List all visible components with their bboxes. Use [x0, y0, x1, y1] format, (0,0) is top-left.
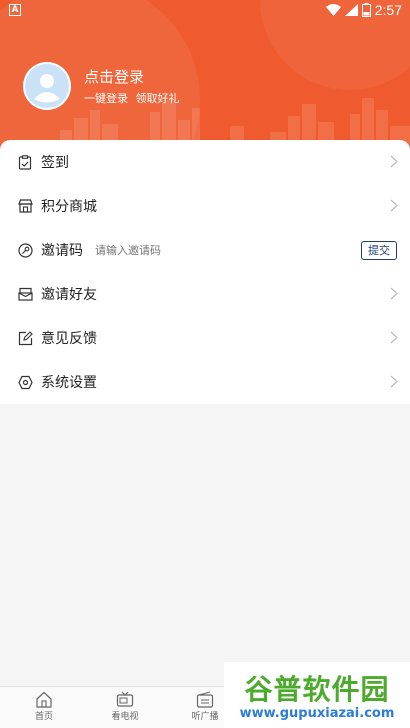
menu-item-settings[interactable]: 系统设置	[0, 360, 410, 404]
menu-label: 邀请码	[41, 243, 83, 259]
menu-item-checkin[interactable]: 签到	[0, 140, 410, 184]
wifi-icon	[325, 4, 341, 16]
menu-item-invite-code: 邀请码 提交	[0, 228, 410, 272]
radio-icon	[196, 691, 214, 708]
nav-tv[interactable]: 看电视	[100, 691, 150, 722]
watermark-title: 谷普软件园	[244, 673, 390, 706]
mail-icon	[17, 286, 33, 302]
nav-label: 首页	[34, 712, 53, 722]
clock: 2:57	[374, 2, 402, 18]
nav-home[interactable]: 首页	[19, 691, 69, 722]
watermark-logo: 谷普软件园 www.gupuxiazai.com	[224, 662, 410, 728]
home-icon	[36, 691, 52, 708]
store-icon	[17, 198, 33, 214]
battery-icon	[361, 3, 371, 17]
nav-label: 看电视	[111, 712, 139, 722]
login-subtitle: 一键登录 领取好礼	[84, 92, 180, 105]
chevron-right-icon	[390, 199, 398, 212]
menu-label: 邀请好友	[41, 287, 97, 303]
tv-icon	[116, 691, 134, 707]
chevron-right-icon	[390, 331, 398, 344]
nav-label: 听广播	[191, 712, 219, 722]
user-avatar-icon	[25, 64, 69, 108]
watermark-url: www.gupuxiazai.com	[239, 706, 395, 721]
menu-item-feedback[interactable]: 意见反馈	[0, 316, 410, 360]
submit-invite-button[interactable]: 提交	[361, 241, 397, 260]
menu-label: 签到	[41, 155, 69, 171]
chevron-right-icon	[390, 375, 398, 388]
invite-code-input[interactable]	[95, 243, 235, 257]
avatar[interactable]	[23, 62, 71, 110]
nav-radio[interactable]: 听广播	[180, 691, 230, 722]
edit-icon	[17, 330, 33, 346]
notification-a-icon: A	[9, 4, 21, 16]
status-bar: A 2:57	[0, 0, 410, 22]
menu-list: 签到 积分商城 邀请码 提交 邀请好友 意见反馈 系统设置	[0, 140, 410, 404]
signal-icon	[344, 4, 358, 16]
checkin-icon	[17, 154, 33, 170]
chevron-right-icon	[390, 287, 398, 300]
settings-icon	[17, 374, 33, 390]
login-title[interactable]: 点击登录	[84, 66, 144, 87]
menu-item-points-mall[interactable]: 积分商城	[0, 184, 410, 228]
menu-label: 意见反馈	[41, 331, 97, 347]
key-icon	[17, 242, 33, 258]
chevron-right-icon	[390, 155, 398, 168]
menu-label: 积分商城	[41, 199, 97, 215]
menu-item-invite-friends[interactable]: 邀请好友	[0, 272, 410, 316]
menu-label: 系统设置	[41, 375, 97, 391]
